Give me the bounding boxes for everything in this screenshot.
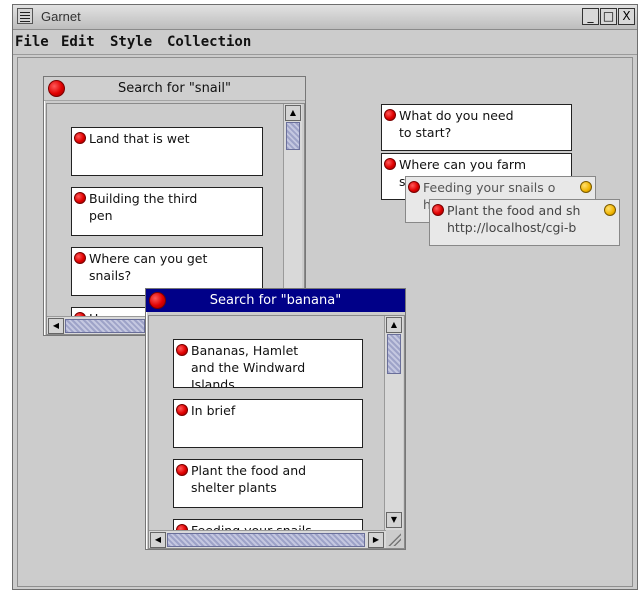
red-circle-icon [74,252,86,264]
scroll-up-arrow-icon[interactable]: ▲ [285,105,301,121]
menu-style[interactable]: Style [110,34,152,50]
card-land-that-is-wet[interactable]: Land that is wet [71,127,263,176]
scroll-right-arrow-icon[interactable]: ▶ [368,532,384,548]
system-menu-icon[interactable] [17,8,33,24]
scroll-left-arrow-icon[interactable]: ◀ [48,318,64,334]
banana-search-frame[interactable]: Search for "banana" Bananas, Hamlet and … [145,288,406,550]
menu-edit[interactable]: Edit [61,34,95,50]
scroll-left-arrow-icon[interactable]: ◀ [150,532,166,548]
card-building-third-pen[interactable]: Building the third pen [71,187,263,236]
card-plant-food-shelter[interactable]: Plant the food and shelter plants [173,459,363,508]
menu-file[interactable]: File [15,34,49,50]
card-what-do-you-need[interactable]: What do you need to start? [381,104,572,151]
close-button[interactable]: X [618,8,635,25]
red-circle-icon [432,204,444,216]
scroll-thumb[interactable] [387,334,401,374]
card-plant-the-food-link[interactable]: Plant the food and sh http://localhost/c… [429,199,620,246]
maximize-button[interactable]: □ [600,8,617,25]
red-circle-icon [176,344,188,356]
menubar: File Edit Style Collection [13,30,637,55]
red-circle-icon [176,404,188,416]
window-titlebar[interactable]: Garnet _ □ X [13,5,637,30]
banana-search-content: Bananas, Hamlet and the Windward Islands… [148,315,405,549]
banana-search-title: Search for "banana" [209,293,342,308]
yellow-circle-icon [580,181,592,193]
scroll-thumb[interactable] [167,533,365,547]
snail-search-title: Search for "snail" [118,81,231,96]
red-circle-icon [74,132,86,144]
card-bananas-hamlet[interactable]: Bananas, Hamlet and the Windward Islands [173,339,363,388]
red-circle-icon [384,158,396,170]
banana-horizontal-scrollbar[interactable]: ◀ ▶ [149,530,386,548]
card-in-brief[interactable]: In brief [173,399,363,448]
scroll-down-arrow-icon[interactable]: ▼ [386,512,402,528]
yellow-circle-icon [604,204,616,216]
red-circle-icon [384,109,396,121]
snail-search-titlebar[interactable]: Search for "snail" [44,77,305,101]
red-circle-icon [74,192,86,204]
snail-vertical-scrollbar[interactable]: ▲ [283,104,302,318]
garnet-window: Garnet _ □ X File Edit Style Collection … [12,4,638,590]
scroll-thumb[interactable] [286,122,300,150]
banana-vertical-scrollbar[interactable]: ▲ ▼ [384,316,403,530]
red-circle-icon [408,181,420,193]
workspace-desktop: What do you need to start? Where can you… [17,57,633,587]
red-circle-icon [176,464,188,476]
resize-grip-icon[interactable] [387,532,401,546]
banana-search-titlebar[interactable]: Search for "banana" [146,289,405,312]
scroll-thumb[interactable] [65,319,145,333]
scroll-up-arrow-icon[interactable]: ▲ [386,317,402,333]
window-title: Garnet [41,9,81,24]
menu-collection[interactable]: Collection [167,34,251,50]
minimize-button[interactable]: _ [582,8,599,25]
